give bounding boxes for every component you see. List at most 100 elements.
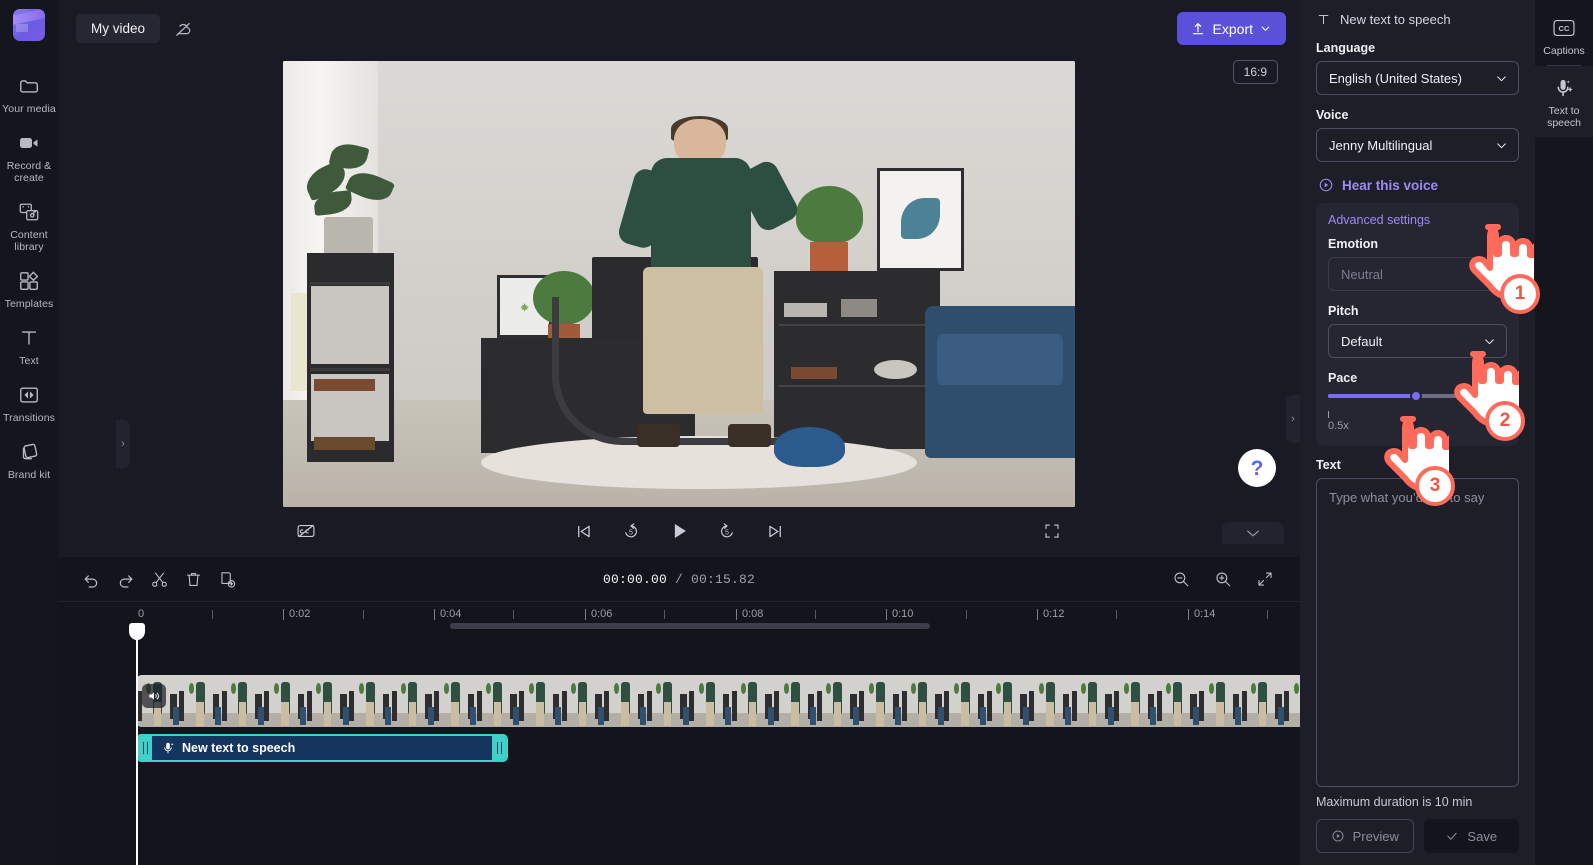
upload-icon: [1192, 22, 1203, 34]
cloud-sync-off-icon[interactable]: [168, 14, 198, 44]
pace-slider[interactable]: [1328, 390, 1507, 402]
video-thumbnail: [476, 675, 519, 727]
video-frame-content: [283, 61, 1075, 507]
skip-to-start-button[interactable]: [568, 516, 598, 546]
emotion-select: Neutral: [1328, 257, 1507, 291]
app-logo: [13, 9, 45, 41]
rewind-5s-button[interactable]: 5: [616, 516, 646, 546]
save-button[interactable]: Save: [1423, 819, 1519, 853]
pace-min-label: 0.5x: [1328, 420, 1349, 432]
panel-title: New text to speech: [1340, 12, 1451, 27]
forward-5s-button[interactable]: 5: [712, 516, 742, 546]
right-tab-text-to-speech[interactable]: Text to speech: [1535, 66, 1593, 137]
playhead-knob[interactable]: [129, 623, 145, 640]
sidebar-item-templates[interactable]: Templates: [0, 260, 58, 317]
text-to-speech-clip[interactable]: New text to speech: [136, 734, 508, 762]
emotion-label: Emotion: [1328, 237, 1378, 251]
pitch-label: Pitch: [1328, 304, 1359, 318]
export-button[interactable]: Export: [1176, 12, 1286, 45]
ruler-label: 0:02: [289, 608, 311, 620]
preview-button-label: Preview: [1352, 828, 1399, 844]
right-tab-label: Captions: [1543, 45, 1585, 57]
playhead[interactable]: [129, 623, 145, 865]
sidebar-item-brand-kit[interactable]: Brand kit: [0, 431, 58, 488]
video-thumbnail: [178, 675, 221, 727]
language-value: English (United States): [1329, 70, 1462, 86]
sidebar-item-label: Text: [19, 355, 39, 367]
sidebar-item-label: Content library: [10, 229, 48, 253]
collapse-preview-handle[interactable]: [1222, 522, 1284, 544]
tts-mic-icon: [164, 742, 174, 754]
folder-icon: [17, 74, 41, 98]
sidebar-item-your-media[interactable]: Your media: [0, 65, 58, 122]
project-name-field[interactable]: My video: [76, 14, 161, 43]
play-button[interactable]: [664, 516, 694, 546]
collapse-left-panel-handle[interactable]: ›: [116, 420, 130, 468]
redo-icon: [119, 574, 132, 588]
video-thumbnail: [348, 675, 391, 727]
text-to-speech-panel: New text to speech Language English (Uni…: [1300, 0, 1535, 865]
left-sidebar: Your media Record & create Content libra…: [0, 0, 58, 865]
sidebar-item-text[interactable]: Text: [0, 317, 58, 374]
editor-main: My video Export 16:9 5 5 ? 00:00.00 / 00…: [58, 0, 1326, 865]
clip-trim-handle-right[interactable]: [492, 736, 506, 760]
sidebar-item-transitions[interactable]: Transitions: [0, 374, 58, 431]
fullscreen-button[interactable]: [1037, 516, 1067, 546]
skip-to-end-button[interactable]: [760, 516, 790, 546]
timeline-horizontal-scrollbar[interactable]: [450, 623, 930, 629]
volume-icon[interactable]: [142, 684, 166, 708]
ruler-label: 0:12: [1043, 608, 1065, 620]
video-thumbnail: [263, 675, 306, 727]
split-button[interactable]: [144, 564, 174, 594]
tts-mic-icon: [1552, 76, 1576, 100]
video-thumbnail: [773, 675, 816, 727]
pace-label: Pace: [1328, 371, 1358, 385]
redo-button[interactable]: [110, 564, 140, 594]
video-camera-icon: [17, 131, 41, 155]
chevron-down-icon: [1247, 530, 1259, 536]
hear-this-voice-button[interactable]: Hear this voice: [1318, 177, 1519, 193]
video-preview[interactable]: [283, 61, 1075, 507]
video-clip[interactable]: [136, 675, 1326, 727]
language-label: Language: [1316, 41, 1376, 55]
clip-trim-handle-left[interactable]: [138, 736, 152, 760]
zoom-out-button[interactable]: [1166, 564, 1196, 594]
zoom-in-button[interactable]: [1208, 564, 1238, 594]
panel-header: New text to speech: [1316, 10, 1519, 41]
undo-button[interactable]: [76, 564, 106, 594]
tts-text-input[interactable]: [1316, 478, 1519, 787]
ruler-label: 0:04: [440, 608, 462, 620]
chevron-down-icon: [1261, 26, 1270, 31]
duplicate-button[interactable]: [212, 564, 242, 594]
advanced-settings-section: Advanced settings Emotion Neutral Pitch …: [1316, 203, 1519, 446]
chevron-down-icon: [1485, 338, 1494, 344]
timecode-display: 00:00.00 / 00:15.82: [603, 572, 755, 587]
right-tab-captions[interactable]: CC Captions: [1535, 6, 1593, 65]
video-thumbnail: [943, 675, 986, 727]
duplicate-icon: [220, 571, 235, 588]
timeline-tracks: New text to speech: [58, 623, 1326, 865]
pitch-value: Default: [1341, 333, 1383, 349]
sidebar-item-record-create[interactable]: Record & create: [0, 122, 58, 191]
aspect-ratio-badge[interactable]: 16:9: [1232, 60, 1278, 84]
collapse-right-panel-handle[interactable]: ›: [1286, 395, 1300, 443]
sidebar-item-label: Templates: [4, 298, 54, 310]
video-thumbnail: [1071, 675, 1114, 727]
voice-value: Jenny Multilingual: [1329, 137, 1433, 153]
captions-off-icon[interactable]: [291, 516, 321, 546]
pace-slider-thumb[interactable]: [1410, 390, 1423, 402]
ruler-label: 0: [138, 608, 145, 620]
undo-icon: [84, 574, 97, 588]
content-library-icon: [17, 200, 41, 224]
time-separator: /: [666, 571, 692, 587]
advanced-settings-title[interactable]: Advanced settings: [1328, 213, 1507, 227]
voice-select[interactable]: Jenny Multilingual: [1316, 128, 1519, 162]
pitch-select[interactable]: Default: [1328, 324, 1507, 358]
preview-button[interactable]: Preview: [1316, 819, 1414, 853]
language-select[interactable]: English (United States): [1316, 61, 1519, 95]
fit-to-screen-button[interactable]: [1250, 564, 1280, 594]
text-icon: [17, 326, 41, 350]
delete-button[interactable]: [178, 564, 208, 594]
help-button[interactable]: ?: [1238, 449, 1276, 487]
sidebar-item-content-library[interactable]: Content library: [0, 191, 58, 260]
